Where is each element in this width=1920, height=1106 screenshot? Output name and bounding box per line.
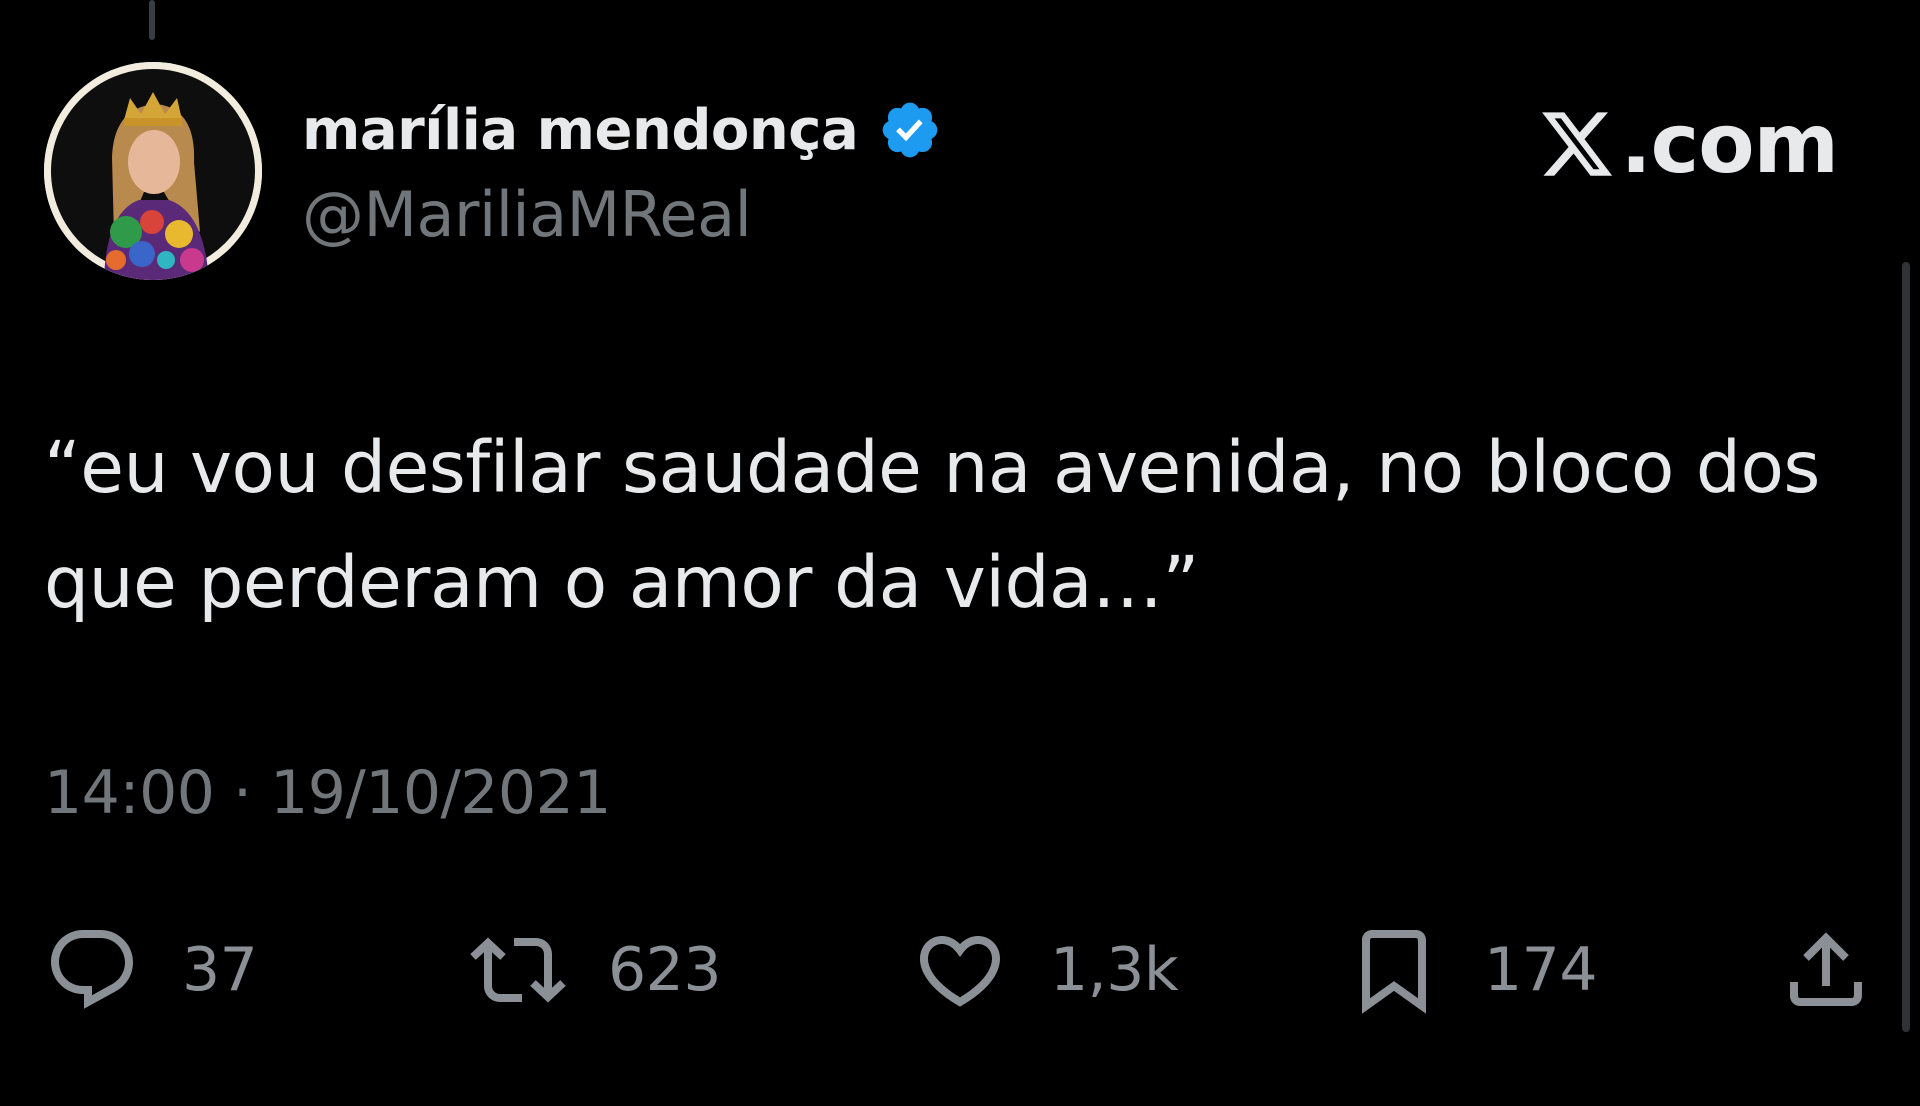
- reply-button[interactable]: 37: [44, 920, 258, 1020]
- like-button[interactable]: 1,3k: [912, 920, 1179, 1020]
- display-name[interactable]: marília mendonça: [302, 98, 859, 163]
- brand-watermark: .com: [1538, 94, 1839, 194]
- tweet-text: “eu vou desfilar saudade na avenida, no …: [44, 426, 1820, 624]
- scrollbar[interactable]: [1902, 262, 1910, 1032]
- reply-icon: [51, 930, 134, 1009]
- tweet-timestamp[interactable]: 14:00 · 19/10/2021: [44, 758, 611, 828]
- bookmark-button[interactable]: 174: [1346, 920, 1598, 1020]
- repost-count: 623: [608, 935, 722, 1005]
- author-header: marília mendonça: [302, 92, 942, 168]
- heart-icon: [919, 936, 1001, 1007]
- brand-text: .com: [1620, 96, 1839, 192]
- repost-icon: [470, 937, 566, 1003]
- profile-photo: [44, 62, 262, 280]
- verified-badge-icon: [882, 102, 938, 158]
- share-button[interactable]: [1778, 920, 1874, 1020]
- thread-connector-line: [149, 0, 155, 40]
- action-bar: 37 623 1,3k 174: [0, 920, 1920, 1020]
- share-icon: [1790, 932, 1862, 1006]
- like-count: 1,3k: [1050, 935, 1179, 1005]
- repost-button[interactable]: 623: [470, 920, 722, 1020]
- avatar[interactable]: [44, 62, 262, 280]
- user-handle[interactable]: @MariliaMReal: [302, 178, 752, 251]
- reply-count: 37: [182, 935, 258, 1005]
- x-logo-icon: [1542, 112, 1613, 176]
- bookmark-count: 174: [1484, 935, 1598, 1005]
- bookmark-icon: [1362, 930, 1426, 1014]
